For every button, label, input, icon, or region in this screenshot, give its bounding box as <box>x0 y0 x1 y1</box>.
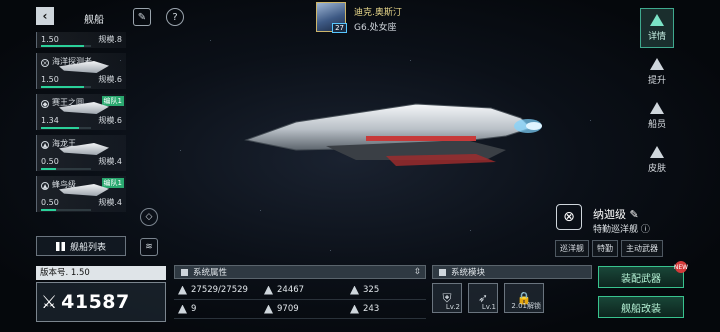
ship-tags: 巡洋舰 特勤 主动武器 <box>555 240 666 257</box>
avatar: 27 <box>316 2 347 33</box>
system-attributes-panel: 系统属性 ⇳ 27529/27529 24467 325 9 9709 243 <box>174 265 426 323</box>
hull-icon <box>178 285 187 295</box>
help-icon[interactable]: ? <box>166 8 184 26</box>
skin-icon <box>650 146 664 158</box>
ship-class-icon: ▲ <box>41 182 49 190</box>
tab-crew[interactable]: 船员 <box>640 96 674 136</box>
ship-value: 0.50 <box>41 198 59 207</box>
ship-list: 1.50 规模.8 × 海洋探测者 1.50 规模.6 ◆ 赛王之圆 编队1 1.3… <box>36 32 126 217</box>
top-bar: ‹ 舰船 ✎ ? 27 迪克.奥斯汀 G6.处女座 <box>0 0 720 33</box>
back-chevron-icon[interactable]: ‹ <box>36 7 54 25</box>
ship-modify-label: 舰船改装 <box>621 303 661 315</box>
armor-icon <box>264 285 273 295</box>
ship-progress <box>41 168 91 170</box>
target-icon: × <box>41 59 49 67</box>
info-icon[interactable]: ⓘ <box>641 225 650 235</box>
ship-value: 0.50 <box>41 157 59 166</box>
module-slot-locked[interactable]: 🔒 2.01解锁 <box>504 283 544 313</box>
captain-card[interactable]: 27 迪克.奥斯汀 G6.处女座 <box>316 2 402 33</box>
power-value: 41587 <box>61 291 130 313</box>
tag-cruiser: 巡洋舰 <box>555 240 589 257</box>
tab-details[interactable]: 详情 <box>640 8 674 48</box>
equip-weapon-label: 装配武器 <box>621 273 661 285</box>
captain-star: G6.处女座 <box>354 23 397 33</box>
expand-icon[interactable]: ⇳ <box>414 267 421 277</box>
attr-speed: 325 <box>346 281 426 300</box>
captain-name: 迪克.奥斯汀 <box>354 8 402 18</box>
ship-scale: 规模.4 <box>98 198 122 207</box>
new-badge: NEW <box>674 261 688 273</box>
ship-class-type: 特勤巡洋舰 ⓘ <box>593 225 650 235</box>
modules-header: 系统模块 <box>432 265 592 279</box>
tag-special: 特勤 <box>592 240 618 257</box>
power-score: ⚔ 41587 <box>36 282 166 322</box>
captain-level: 27 <box>332 23 347 33</box>
ship-card[interactable]: 1.50 规模.8 <box>36 32 126 48</box>
speed-icon <box>350 285 359 295</box>
modules-title: 系统模块 <box>451 268 486 278</box>
ship-progress <box>41 127 91 129</box>
attributes-header[interactable]: 系统属性 ⇳ <box>174 265 426 279</box>
system-modules-panel: 系统模块 ⛨ Lv.2 ➶ Lv.1 🔒 2.01解锁 <box>432 265 592 323</box>
module-slot[interactable]: ➶ Lv.1 <box>468 283 498 313</box>
ship-progress <box>41 209 91 211</box>
fleet-list-button[interactable]: 舰船列表 <box>36 236 126 256</box>
ship-card[interactable]: ▲ 海龙王 0.50 规模.4 <box>36 135 126 171</box>
tag-active-weapon: 主动武器 <box>621 240 663 257</box>
wave-icon[interactable]: ≋ <box>140 238 158 256</box>
fleet-list-label: 舰船列表 <box>69 242 106 253</box>
grid-icon <box>55 241 65 251</box>
ship-card[interactable]: ◆ 赛王之圆 编队1 1.34 规模.6 <box>36 94 126 130</box>
filter-icon[interactable]: ◇ <box>140 208 158 226</box>
module-slot[interactable]: ⛨ Lv.2 <box>432 283 462 313</box>
edit-icon[interactable]: ✎ <box>630 208 639 221</box>
attr-evasion: 9 <box>174 300 260 319</box>
panel-icon <box>439 268 446 276</box>
attr-hull: 27529/27529 <box>174 281 260 300</box>
ship-scale: 规模.6 <box>98 116 122 125</box>
ship-class-name[interactable]: 纳迦级 ✎ <box>593 206 639 222</box>
shield-icon <box>264 304 273 314</box>
ship-scale: 规模.8 <box>98 35 122 44</box>
evasion-icon <box>178 304 187 314</box>
attr-firepower: 243 <box>346 300 426 319</box>
shield-icon: ◆ <box>41 100 49 108</box>
crossed-swords-icon: ⚔ <box>41 291 58 313</box>
ship-value: 1.34 <box>41 116 59 125</box>
tab-skin[interactable]: 皮肤 <box>640 140 674 180</box>
attr-armor: 24467 <box>260 281 346 300</box>
ship-scale: 规模.6 <box>98 75 122 84</box>
formation-tag: 编队1 <box>101 178 124 188</box>
ship-scale: 规模.4 <box>98 157 122 166</box>
page-title: 舰船 <box>84 15 104 26</box>
equip-weapon-button[interactable]: 装配武器 NEW <box>598 261 688 288</box>
ship-card[interactable]: × 海洋探测者 1.50 规模.6 <box>36 53 126 89</box>
right-nav: 详情 提升 船员 皮肤 <box>640 8 674 184</box>
ship-model[interactable] <box>236 96 546 176</box>
ship-progress <box>41 45 91 47</box>
crew-icon <box>650 102 664 114</box>
formation-tag: 编队1 <box>101 96 124 106</box>
attributes-title: 系统属性 <box>193 268 228 278</box>
panel-icon <box>181 268 188 276</box>
upgrade-icon <box>650 58 664 70</box>
version-label: 版本号. 1.50 <box>36 266 166 280</box>
ship-value: 1.50 <box>41 35 59 44</box>
ship-card[interactable]: ▲ 蜂鸟级 编队1 0.50 规模.4 <box>36 176 126 212</box>
target-icon: ⊗ <box>556 204 582 230</box>
ship-class-icon: ▲ <box>41 141 49 149</box>
ship-icon <box>650 14 664 26</box>
paint-brush-icon[interactable]: ✎ <box>133 8 151 26</box>
ship-modify-button[interactable]: 舰船改装 <box>598 296 684 318</box>
ship-value: 1.50 <box>41 75 59 84</box>
ship-progress <box>41 86 91 88</box>
firepower-icon <box>350 304 359 314</box>
attr-shield: 9709 <box>260 300 346 319</box>
tab-upgrade[interactable]: 提升 <box>640 52 674 92</box>
